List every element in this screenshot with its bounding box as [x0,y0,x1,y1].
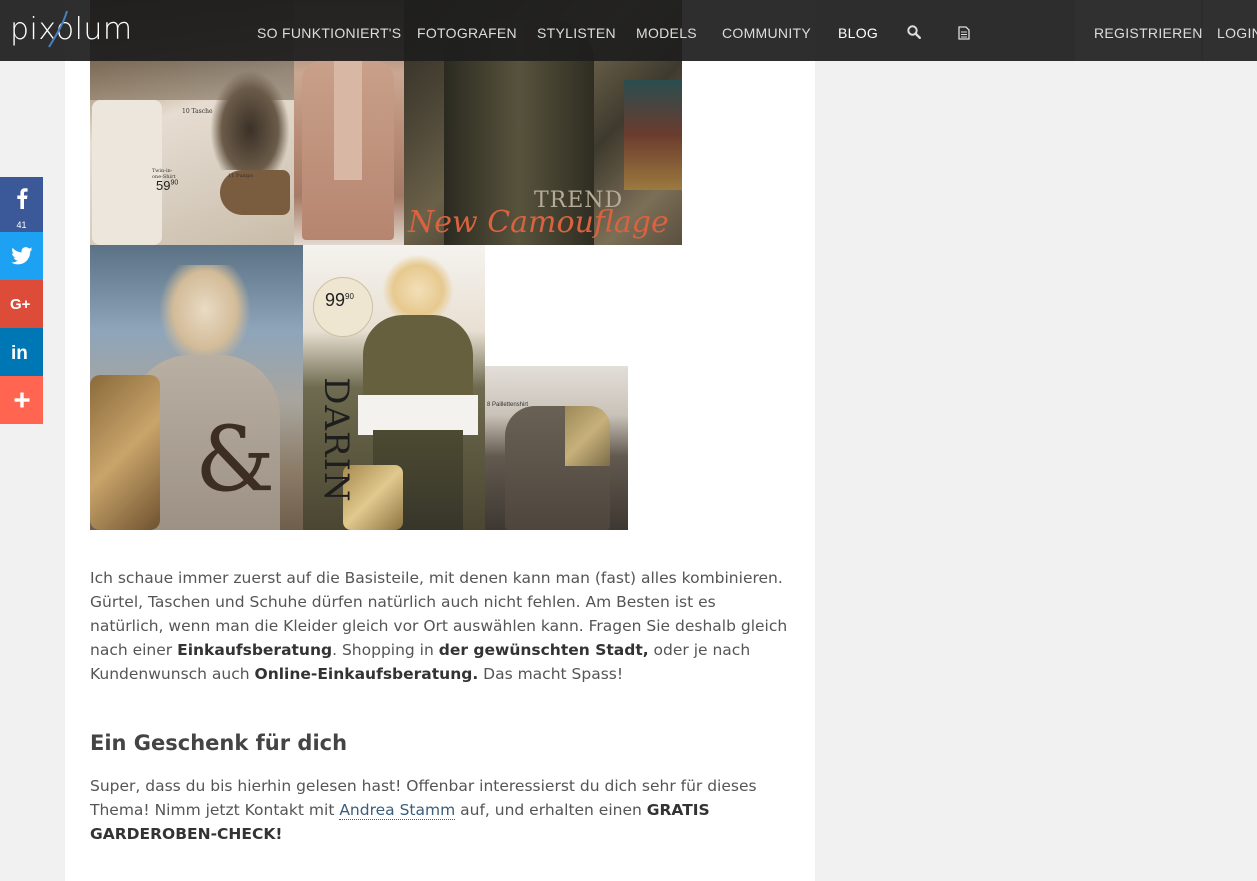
share-google-plus-button[interactable]: G+ [0,280,43,328]
bold-gewuenschte-stadt: der gewünschten Stadt, [438,641,649,659]
label-tasche: 10 Tasche [182,108,213,115]
label-darin: DARIN [315,377,356,503]
article-content: 10 Tasche Twin-in-one-Shirt 5990 11 Pump… [65,0,815,881]
label-shirt-price: 5990 [156,178,179,193]
nav-item-blog[interactable]: BLOG [838,0,878,61]
linkedin-icon: in [11,343,28,362]
twitter-icon [10,247,32,265]
author-link[interactable]: Andrea Stamm [339,801,456,820]
svg-text:G+: G+ [10,296,31,312]
logo-swoosh-icon [48,10,68,48]
document-icon[interactable] [958,26,970,40]
nav-item-models[interactable]: MODELS [636,0,697,61]
label-pailletten: 8 Paillettenshirt [487,402,529,408]
collage-image-darin: 9990 DARIN [303,245,485,530]
label-camouflage: New Camouflage [408,205,669,240]
pixolum-logo[interactable]: pixolum [10,8,133,52]
collage-image-paillettenshirt: 8 Paillettenshirt [485,366,628,530]
bold-einkaufsberatung: Einkaufsberatung [177,641,333,659]
bold-online-einkaufsberatung: Online-Einkaufsberatung. [254,665,479,683]
nav-item-so-funktionierts[interactable]: SO FUNKTIONIERT'S [257,0,401,61]
facebook-icon [16,188,28,209]
section-heading: Ein Geschenk für dich [90,731,348,755]
article-paragraph-1: Ich schaue immer zuerst auf die Basistei… [90,569,788,683]
register-button[interactable]: REGISTRIEREN [1094,0,1203,61]
top-navbar: pixolum SO FUNKTIONIERT'S FOTOGRAFEN STY… [0,0,1257,61]
label-pumps: 11 Pumps [228,173,254,179]
google-plus-icon: G+ [10,296,31,312]
share-linkedin-button[interactable]: in [0,328,43,376]
login-button[interactable]: LOGIN [1217,0,1257,61]
share-facebook-button[interactable]: 41 [0,177,43,232]
plus-icon [14,392,29,408]
logo-text: pixolum [10,12,133,47]
nav-item-fotografen[interactable]: FOTOGRAFEN [417,0,517,61]
share-twitter-button[interactable] [0,232,43,280]
collage-image-woman-sunglasses: & [90,245,303,530]
facebook-share-count: 41 [16,220,27,230]
search-icon[interactable] [907,25,921,39]
label-sticker-price: 9990 [325,290,354,310]
nav-item-stylisten[interactable]: STYLISTEN [537,0,616,61]
svg-text:in: in [11,343,28,362]
share-more-button[interactable] [0,376,43,424]
nav-item-community[interactable]: COMMUNITY [722,0,811,61]
article-paragraph-2: Super, dass du bis hierhin gelesen hast!… [90,777,757,843]
